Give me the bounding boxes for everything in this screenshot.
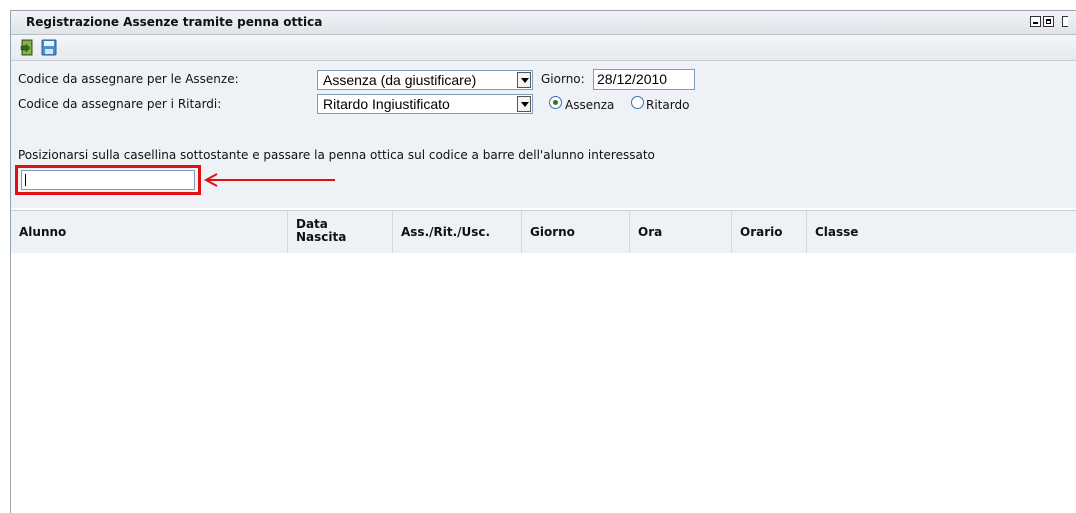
column-header-label: Alunno bbox=[19, 225, 67, 239]
grid-body[interactable] bbox=[11, 253, 1076, 513]
column-header-label: Giorno bbox=[530, 225, 575, 239]
chevron-down-icon[interactable] bbox=[517, 72, 531, 88]
delay-code-select[interactable]: Ritardo Ingiustificato bbox=[317, 94, 533, 114]
column-alunno[interactable]: Alunno bbox=[11, 211, 287, 253]
column-ora[interactable]: Ora bbox=[629, 211, 731, 253]
barcode-input[interactable] bbox=[21, 170, 195, 190]
text-caret bbox=[25, 174, 26, 186]
minimize-icon[interactable] bbox=[1030, 16, 1041, 27]
radio-absence[interactable] bbox=[549, 96, 562, 109]
chevron-down-icon[interactable] bbox=[517, 96, 531, 112]
column-header-label: Ora bbox=[638, 225, 663, 239]
window-title: Registrazione Assenze tramite penna otti… bbox=[26, 15, 323, 29]
barcode-highlight bbox=[15, 165, 201, 195]
date-label: Giorno: bbox=[541, 72, 585, 86]
toolbar bbox=[11, 35, 1076, 61]
column-header-label: Data Nascita bbox=[296, 217, 347, 244]
absence-code-value: Assenza (da giustificare) bbox=[323, 72, 477, 88]
grid-header: Alunno Data Nascita Ass./Rit./Usc. Giorn… bbox=[11, 210, 1076, 254]
close-icon[interactable] bbox=[1062, 16, 1068, 27]
column-header-label: Orario bbox=[740, 225, 783, 239]
column-orario[interactable]: Orario bbox=[731, 211, 806, 253]
column-giorno[interactable]: Giorno bbox=[521, 211, 629, 253]
radio-delay[interactable] bbox=[631, 96, 644, 109]
absence-code-label: Codice da assegnare per le Assenze: bbox=[18, 72, 239, 86]
column-classe[interactable]: Classe bbox=[806, 211, 1076, 253]
exit-door-icon[interactable] bbox=[18, 38, 38, 57]
absence-code-select[interactable]: Assenza (da giustificare) bbox=[317, 70, 533, 90]
radio-delay-label: Ritardo bbox=[646, 98, 690, 112]
maximize-icon[interactable] bbox=[1043, 16, 1054, 27]
column-header-label: Ass./Rit./Usc. bbox=[401, 225, 491, 239]
delay-code-value: Ritardo Ingiustificato bbox=[323, 96, 450, 112]
arrow-left-icon bbox=[203, 173, 335, 187]
registration-window: Registrazione Assenze tramite penna otti… bbox=[10, 10, 1076, 513]
column-data-nascita[interactable]: Data Nascita bbox=[287, 211, 392, 253]
radio-absence-label: Assenza bbox=[565, 98, 615, 112]
date-field[interactable]: 28/12/2010 bbox=[593, 69, 695, 90]
delay-code-label: Codice da assegnare per i Ritardi: bbox=[18, 97, 222, 111]
column-ass-rit-usc[interactable]: Ass./Rit./Usc. bbox=[392, 211, 521, 253]
scan-form: Codice da assegnare per le Assenze: Asse… bbox=[11, 61, 1076, 208]
save-disk-icon[interactable] bbox=[39, 38, 59, 57]
window-titlebar[interactable]: Registrazione Assenze tramite penna otti… bbox=[11, 11, 1076, 35]
column-header-label: Classe bbox=[815, 225, 859, 239]
instruction-text: Posizionarsi sulla casellina sottostante… bbox=[18, 148, 655, 162]
